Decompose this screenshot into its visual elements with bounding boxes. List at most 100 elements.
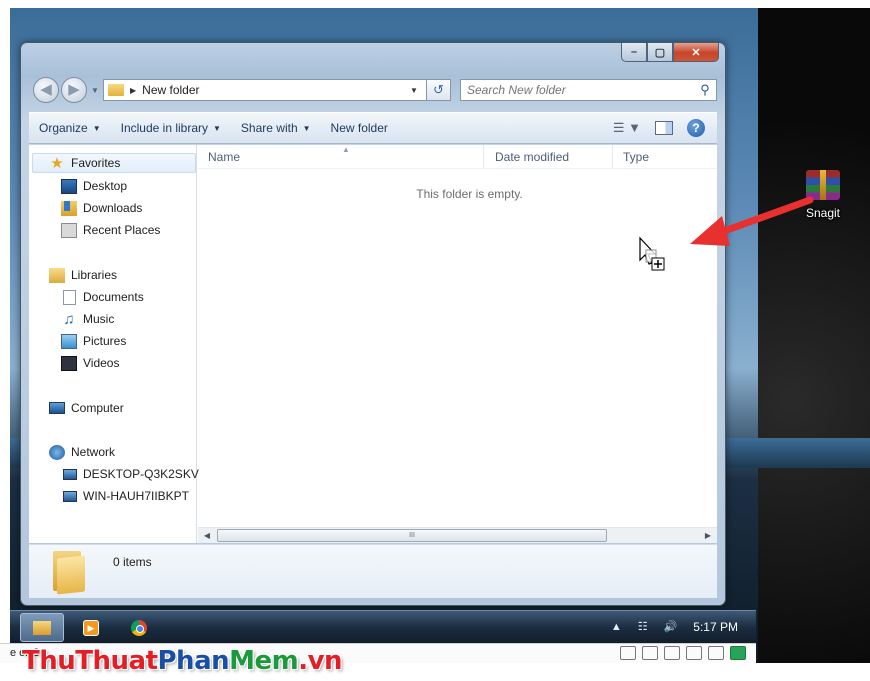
nav-label: Desktop: [83, 179, 128, 193]
nav-documents[interactable]: Documents: [61, 287, 144, 307]
new-folder-button[interactable]: New folder: [321, 121, 398, 135]
empty-folder-message: This folder is empty.: [416, 187, 523, 201]
network-tray-icon[interactable]: ☷: [638, 620, 648, 633]
folder-icon: [108, 84, 124, 96]
volume-icon[interactable]: 🔊: [664, 620, 678, 633]
folder-icon: [51, 551, 85, 595]
nav-favorites[interactable]: ★ Favorites: [32, 153, 196, 173]
nav-label: Videos: [83, 356, 120, 370]
command-bar: Organize ▼ Include in library ▼ Share wi…: [29, 112, 717, 144]
nav-label: Music: [83, 312, 115, 326]
nav-videos[interactable]: Videos: [61, 353, 119, 373]
folder-icon: [33, 620, 51, 635]
maximize-button[interactable]: ▢: [647, 43, 673, 62]
minimize-button[interactable]: –: [621, 43, 647, 62]
taskbar-chrome-button[interactable]: [124, 613, 154, 642]
breadcrumb-arrow-icon[interactable]: ▶: [130, 86, 136, 95]
nav-label: Downloads: [83, 201, 143, 215]
sort-ascending-icon: ▲: [342, 145, 350, 154]
chevron-down-icon: ▼: [302, 123, 311, 133]
desktop-icon: [61, 178, 77, 194]
media-player-icon: ▶: [83, 619, 99, 636]
watermark-logo: ThuThuatPhanMem.vn: [22, 646, 343, 676]
nav-label: Network: [71, 445, 116, 459]
nav-label: Libraries: [71, 268, 118, 282]
watermark-part: Thu: [22, 646, 76, 676]
horizontal-scrollbar[interactable]: ◀ III ▶: [198, 527, 717, 543]
nav-downloads[interactable]: Downloads: [61, 198, 142, 218]
nav-desktop[interactable]: Desktop: [61, 176, 127, 196]
pictures-icon: [61, 333, 77, 349]
include-in-library-button[interactable]: Include in library ▼: [111, 121, 231, 135]
audio-icon[interactable]: [708, 646, 724, 660]
chrome-icon: [131, 619, 147, 636]
nav-network-pc[interactable]: DESKTOP-Q3K2SKV: [61, 464, 199, 484]
libraries-icon: [49, 267, 65, 283]
host-status-icons: [620, 646, 746, 660]
desktop-night-wallpaper: [758, 8, 870, 663]
search-icon[interactable]: ⚲: [694, 82, 716, 98]
watermark-part: .vn: [298, 646, 343, 676]
nav-network-pc[interactable]: WIN-HAUH7IIBKPT: [61, 486, 189, 506]
disc-icon[interactable]: [642, 646, 658, 660]
nav-network[interactable]: Network: [49, 442, 115, 462]
network-computer-icon: [63, 490, 77, 502]
search-box[interactable]: ⚲: [460, 79, 717, 101]
nav-music[interactable]: ♫ Music: [61, 309, 114, 329]
details-pane: 0 items: [29, 544, 717, 598]
explorer-window: – ▢ ✕ ◀ ▶ ▼ ▶ New folder ▼ ↺ ⚲ Organize …: [20, 42, 726, 606]
nav-label: Computer: [71, 401, 124, 415]
share-with-label: Share with: [240, 121, 298, 135]
organize-label: Organize: [39, 121, 88, 135]
refresh-icon[interactable]: ↺: [427, 79, 451, 101]
organize-button[interactable]: Organize ▼: [29, 121, 111, 135]
drive-icon[interactable]: [620, 646, 636, 660]
navigation-pane: ★ Favorites Desktop Downloads Recent Pla…: [29, 145, 199, 543]
include-in-library-label: Include in library: [120, 121, 208, 135]
recent-places-icon: [61, 222, 77, 238]
scroll-right-icon[interactable]: ▶: [701, 528, 715, 543]
nav-label: Recent Places: [83, 223, 161, 237]
address-dropdown-icon[interactable]: ▼: [410, 86, 426, 95]
drag-copy-cursor-icon: [639, 236, 665, 271]
close-button[interactable]: ✕: [673, 43, 719, 62]
scroll-left-icon[interactable]: ◀: [200, 528, 214, 543]
recent-pages-dropdown-icon[interactable]: ▼: [91, 86, 101, 96]
chevron-down-icon: ▼: [213, 123, 221, 133]
caption-buttons: – ▢ ✕: [621, 43, 719, 62]
taskbar-media-player-button[interactable]: ▶: [76, 613, 106, 642]
network-adapter-icon[interactable]: [664, 646, 680, 660]
file-list-pane[interactable]: Name ▲ Date modified Type This folder is…: [198, 145, 717, 543]
address-bar[interactable]: ▶ New folder ▼: [103, 79, 427, 101]
change-view-icon[interactable]: ☰ ▼: [613, 120, 641, 136]
network-computer-icon: [63, 468, 77, 480]
nav-libraries[interactable]: Libraries: [49, 265, 117, 285]
taskbar: ▶ ▲ ☷ 🔊 5:17 PM: [10, 610, 756, 643]
column-header-name[interactable]: Name: [198, 145, 484, 169]
back-button[interactable]: ◀: [33, 77, 59, 103]
column-header-date-modified[interactable]: Date modified: [485, 145, 613, 169]
watermark-part: Mem: [229, 646, 299, 676]
usb-icon[interactable]: [686, 646, 702, 660]
nav-computer[interactable]: Computer: [49, 398, 124, 418]
help-icon[interactable]: ?: [687, 119, 705, 137]
forward-button[interactable]: ▶: [61, 77, 87, 103]
network-icon: [49, 444, 65, 460]
taskbar-explorer-button[interactable]: [20, 613, 64, 642]
nav-pictures[interactable]: Pictures: [61, 331, 126, 351]
status-green-icon[interactable]: [730, 646, 746, 660]
show-hidden-icons-icon[interactable]: ▲: [611, 621, 622, 633]
new-folder-label: New folder: [330, 121, 388, 135]
star-icon: ★: [50, 154, 64, 172]
chevron-down-icon: ▼: [92, 123, 101, 133]
scrollbar-thumb[interactable]: III: [217, 529, 607, 542]
view-controls: ☰ ▼ ?: [613, 119, 717, 137]
clock[interactable]: 5:17 PM: [693, 620, 738, 634]
search-input[interactable]: [461, 83, 694, 97]
column-header-row: Name ▲ Date modified Type: [198, 145, 717, 169]
breadcrumb-current[interactable]: New folder: [142, 83, 410, 97]
preview-pane-icon[interactable]: [655, 121, 673, 135]
share-with-button[interactable]: Share with ▼: [231, 121, 321, 135]
nav-recent-places[interactable]: Recent Places: [61, 220, 160, 240]
column-header-type[interactable]: Type: [614, 145, 717, 169]
